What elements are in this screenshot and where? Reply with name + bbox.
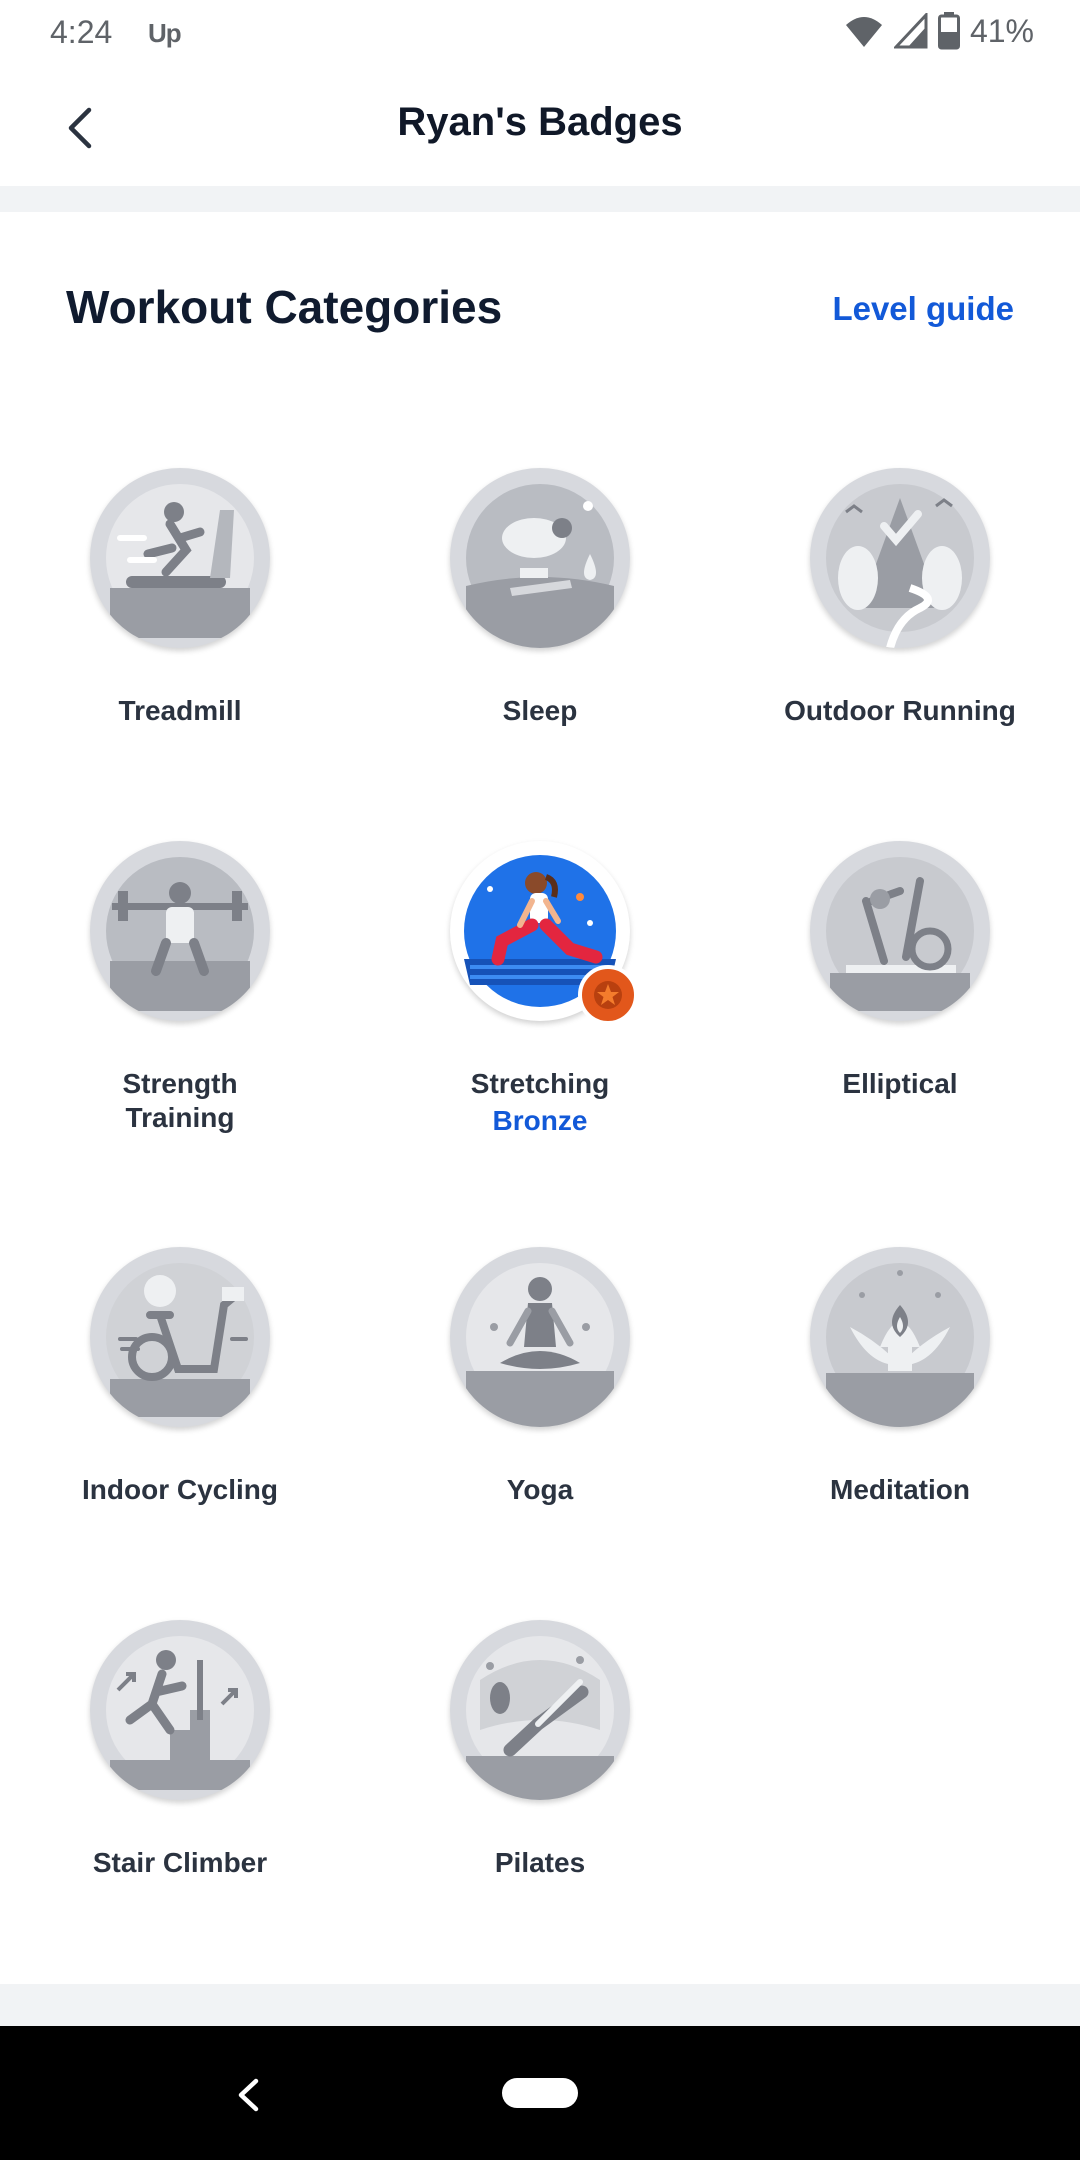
battery-icon — [937, 12, 960, 50]
top-app-bar: Ryan's Badges — [0, 68, 1080, 186]
status-icons: 41% — [844, 12, 1034, 50]
badge-label: Treadmill — [118, 695, 242, 726]
outdoor-running-badge-icon — [810, 468, 990, 648]
elliptical-badge-icon — [810, 841, 990, 1021]
app-notification-icon: Up — [148, 18, 182, 48]
status-bar: 4:24 Up 41% — [0, 0, 1080, 68]
badge-strength-training[interactable]: Strength Training — [0, 841, 360, 1135]
system-nav-bar — [0, 2026, 1080, 2160]
badge-label: Elliptical — [842, 1068, 958, 1099]
badge-pilates[interactable]: Pilates — [360, 1620, 720, 1880]
status-time: 4:24 — [50, 14, 113, 50]
pilates-badge-icon — [450, 1620, 630, 1800]
badge-label: Sleep — [502, 695, 578, 726]
badge-label: Pilates — [494, 1847, 586, 1878]
nav-home-pill-icon[interactable] — [502, 2078, 578, 2108]
badge-elliptical[interactable]: Elliptical — [720, 841, 1080, 1101]
page-title: Ryan's Badges — [397, 100, 683, 144]
treadmill-badge-icon — [90, 468, 270, 648]
badge-sleep[interactable]: Sleep — [360, 468, 720, 728]
indoor-cycling-badge-icon — [90, 1247, 270, 1427]
bronze-medal-icon — [578, 965, 638, 1025]
section-title: Workout Categories — [66, 281, 503, 333]
badge-label: Strength Training — [122, 1068, 238, 1133]
badge-label: Stair Climber — [92, 1847, 268, 1878]
wifi-icon — [845, 17, 882, 47]
badge-label: Meditation — [830, 1474, 970, 1505]
sleep-badge-icon — [450, 468, 630, 648]
badge-label: Outdoor Running — [784, 695, 1016, 726]
badge-meditation[interactable]: Meditation — [720, 1247, 1080, 1507]
battery-percent: 41% — [969, 12, 1034, 49]
nav-back-icon — [238, 2078, 259, 2112]
signal-icon — [893, 13, 928, 49]
nav-back-button[interactable] — [222, 2070, 274, 2120]
stair-climber-badge-icon — [90, 1620, 270, 1800]
meditation-badge-icon — [810, 1247, 990, 1427]
badge-outdoor-running[interactable]: Outdoor Running — [720, 468, 1080, 728]
badge-label: Stretching — [470, 1068, 610, 1099]
badge-yoga[interactable]: Yoga — [360, 1247, 720, 1507]
badge-level: Bronze — [492, 1105, 588, 1136]
badge-label: Yoga — [506, 1474, 574, 1505]
badge-stretching[interactable]: Stretching Bronze — [360, 841, 720, 1137]
level-guide-link[interactable]: Level guide — [832, 290, 1014, 328]
badge-treadmill[interactable]: Treadmill — [0, 468, 360, 728]
badge-indoor-cycling[interactable]: Indoor Cycling — [0, 1247, 360, 1507]
strength-training-badge-icon — [90, 841, 270, 1021]
yoga-badge-icon — [450, 1247, 630, 1427]
divider-band-bottom — [0, 1984, 1080, 2026]
badge-label: Indoor Cycling — [82, 1474, 278, 1505]
divider-band — [0, 186, 1080, 212]
badge-stair-climber[interactable]: Stair Climber — [0, 1620, 360, 1880]
